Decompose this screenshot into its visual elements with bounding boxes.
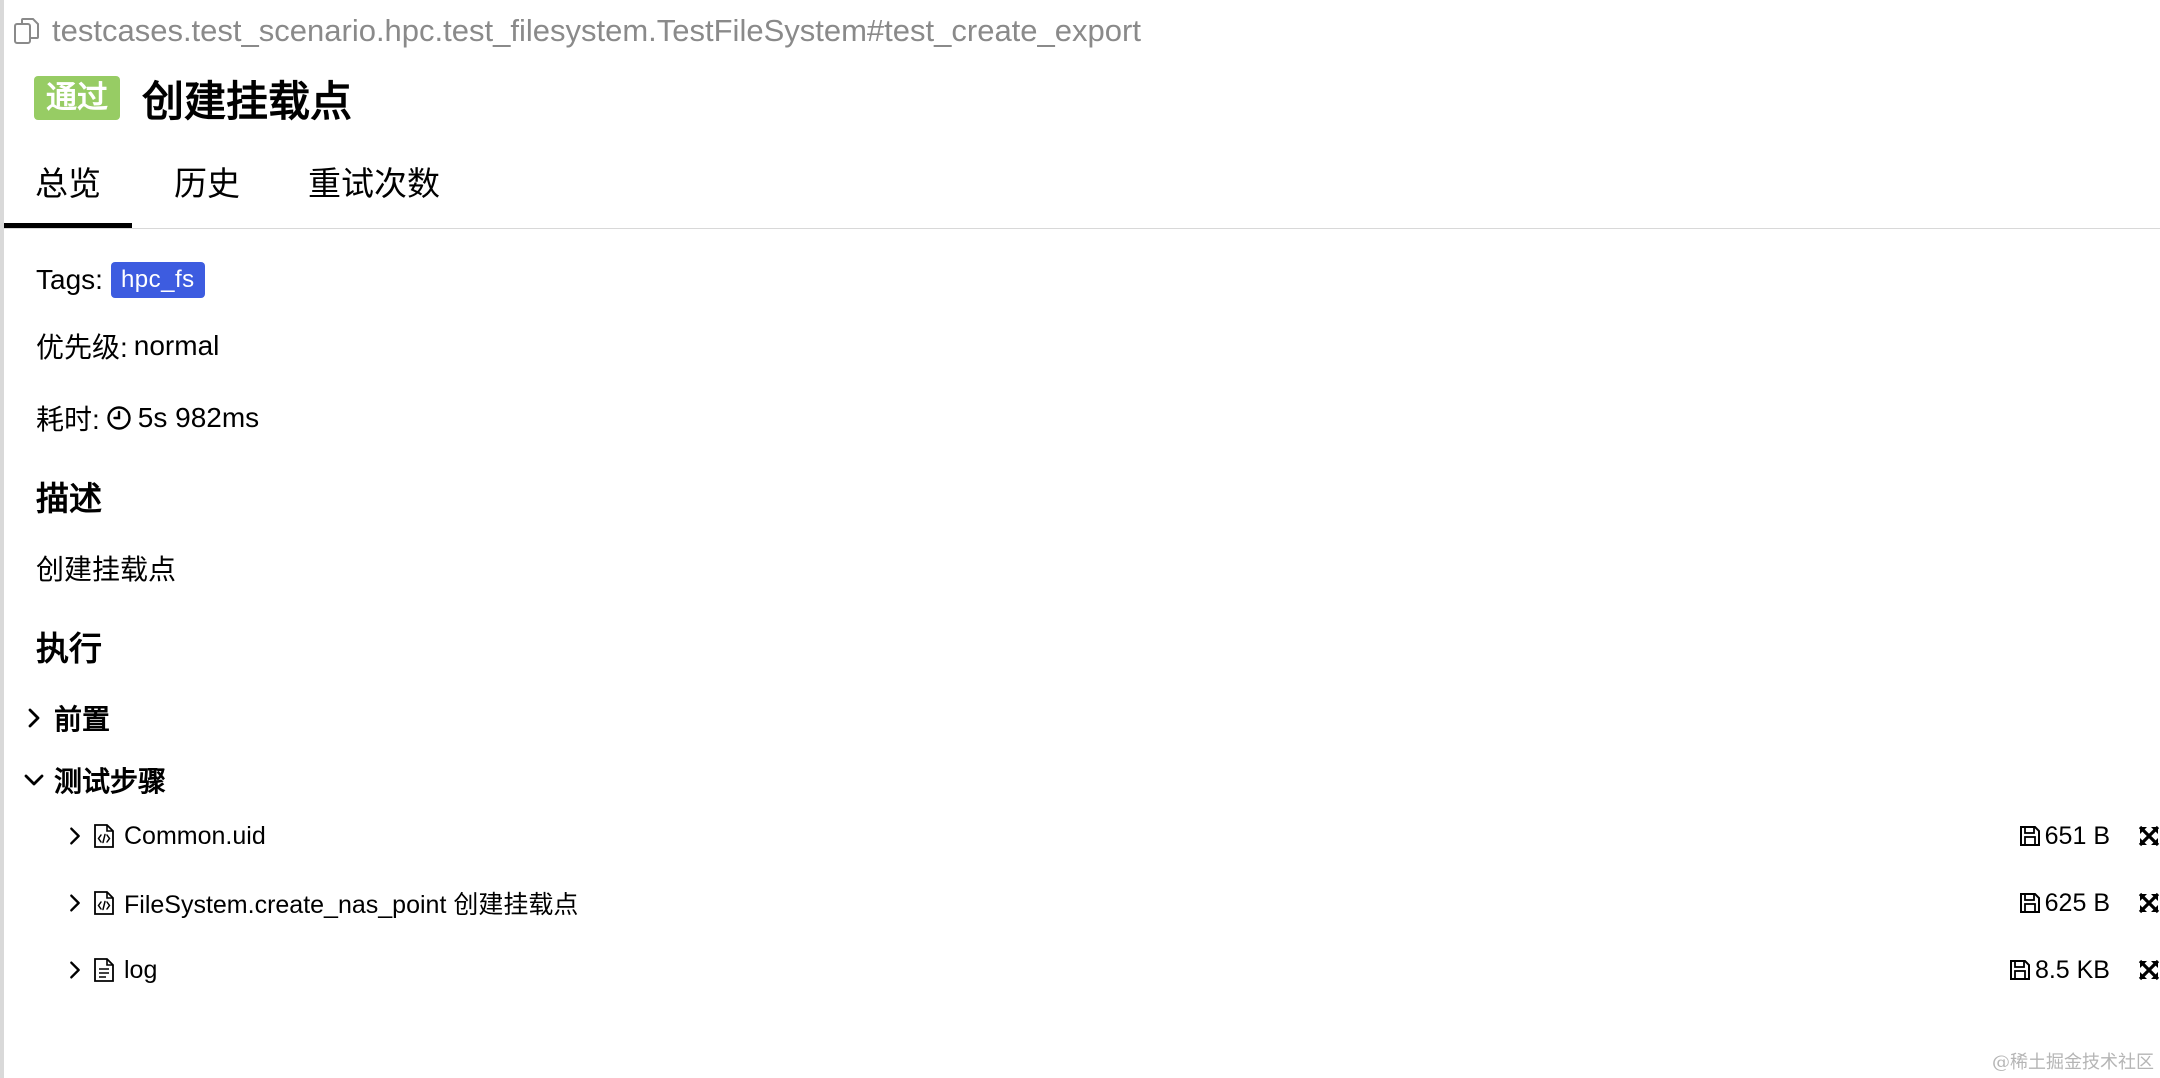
test-path: testcases.test_scenario.hpc.test_filesys…: [12, 10, 1141, 52]
chevron-right-icon[interactable]: [64, 959, 86, 981]
step-size-value: 651 B: [2044, 821, 2110, 850]
step-row[interactable]: FileSystem.create_nas_point 创建挂载点 625 B: [64, 881, 2160, 925]
chevron-right-icon[interactable]: [64, 892, 86, 914]
steps-section-toggle[interactable]: 测试步骤: [22, 760, 166, 800]
setup-section-label: 前置: [54, 704, 111, 735]
step-name: Common.uid: [124, 821, 266, 850]
tab-overview[interactable]: 总览: [4, 150, 132, 228]
expand-icon[interactable]: [2138, 892, 2160, 914]
tags-row: Tags: hpc_fs: [36, 258, 205, 302]
tag-badge[interactable]: hpc_fs: [110, 262, 205, 298]
page-title: 创建挂载点: [142, 77, 353, 125]
save-icon: [2019, 893, 2040, 913]
chevron-right-icon[interactable]: [64, 825, 86, 847]
step-row[interactable]: Common.uid 651 B: [64, 814, 2160, 858]
description-heading: 描述: [36, 480, 102, 517]
watermark: @稀土掘金技术社区: [1992, 1052, 2154, 1073]
setup-section-toggle[interactable]: 前置: [22, 698, 110, 738]
code-file-icon: [94, 891, 114, 915]
test-path-text: testcases.test_scenario.hpc.test_filesys…: [52, 13, 1141, 48]
step-size: 8.5 KB: [2009, 956, 2110, 985]
tab-bar: 总览 历史 重试次数: [4, 150, 2160, 229]
text-file-icon: [94, 958, 114, 982]
status-badge: 通过: [34, 76, 120, 120]
step-size: 651 B: [2019, 822, 2110, 851]
step-meta: 8.5 KB: [2009, 956, 2160, 985]
chevron-down-icon: [24, 774, 44, 786]
step-meta: 651 B: [2019, 822, 2160, 851]
clock-icon: [107, 406, 131, 430]
step-name: log: [124, 955, 158, 984]
tab-retries[interactable]: 重试次数: [294, 150, 454, 226]
step-name: FileSystem.create_nas_point 创建挂载点: [124, 891, 579, 919]
code-file-icon: [94, 824, 114, 848]
expand-icon[interactable]: [2138, 825, 2160, 847]
step-size-value: 625 B: [2044, 888, 2110, 917]
step-row[interactable]: log 8.5 KB: [64, 948, 2160, 992]
step-size: 625 B: [2019, 889, 2110, 918]
save-icon: [2019, 826, 2040, 846]
duration-label: 耗时:: [36, 404, 100, 435]
description-text: 创建挂载点: [36, 554, 177, 585]
step-meta: 625 B: [2019, 889, 2160, 918]
priority-row: 优先级: normal: [36, 326, 219, 366]
duration-row: 耗时: 5s 982ms: [36, 398, 259, 438]
duration-value: 5s 982ms: [137, 402, 260, 433]
chevron-right-icon: [28, 708, 40, 728]
expand-icon[interactable]: [2138, 959, 2160, 981]
copy-icon[interactable]: [12, 16, 42, 46]
execution-heading: 执行: [36, 630, 102, 667]
steps-section-label: 测试步骤: [54, 766, 167, 797]
save-icon: [2009, 960, 2030, 980]
priority-value: normal: [133, 330, 220, 361]
priority-label: 优先级:: [36, 332, 128, 363]
tags-label: Tags:: [36, 264, 103, 295]
step-size-value: 8.5 KB: [2034, 955, 2110, 984]
title-row: 通过 创建挂载点: [34, 70, 352, 126]
tab-history[interactable]: 历史: [154, 150, 260, 226]
